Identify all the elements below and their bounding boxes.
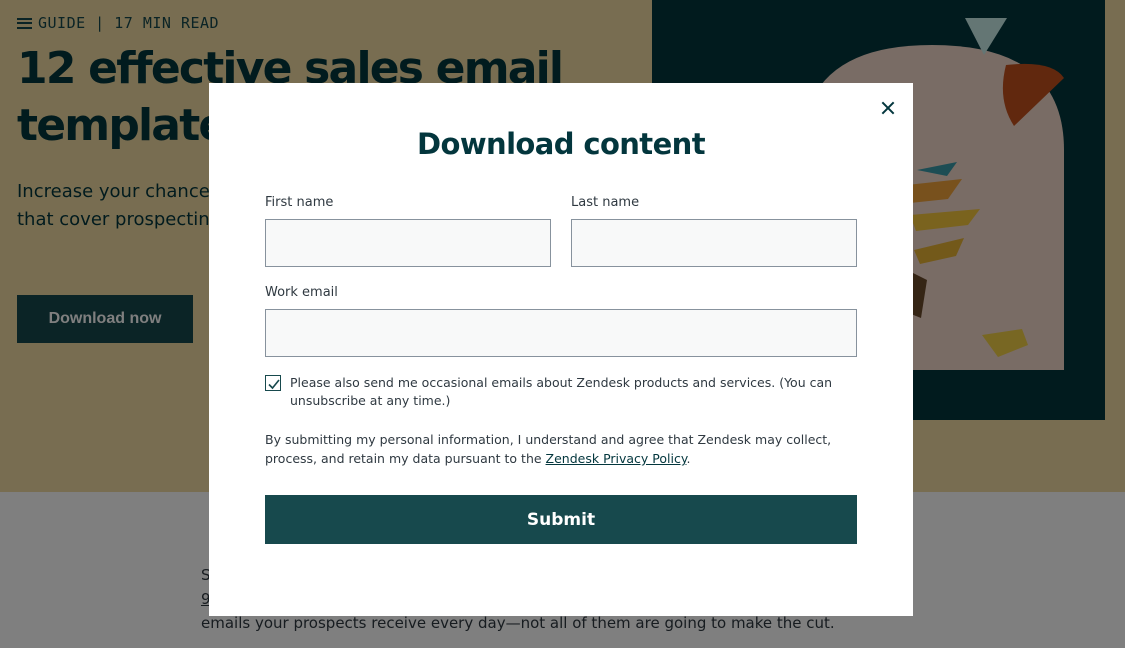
checkmark-icon xyxy=(268,379,280,390)
first-name-label: First name xyxy=(265,195,334,210)
work-email-input[interactable] xyxy=(265,309,857,357)
last-name-input[interactable] xyxy=(571,219,857,267)
work-email-label: Work email xyxy=(265,285,338,300)
modal-title: Download content xyxy=(417,127,706,161)
privacy-policy-link[interactable]: Zendesk Privacy Policy xyxy=(546,451,687,466)
download-content-modal: Download content First name Last name Wo… xyxy=(209,83,913,616)
legal-notice-end: . xyxy=(686,451,691,466)
legal-notice: By submitting my personal information, I… xyxy=(265,430,845,468)
close-icon[interactable] xyxy=(877,97,899,119)
first-name-input[interactable] xyxy=(265,219,551,267)
marketing-consent-checkbox[interactable] xyxy=(265,375,281,391)
last-name-label: Last name xyxy=(571,195,640,210)
marketing-consent-text: Please also send me occasional emails ab… xyxy=(290,375,833,408)
submit-button[interactable]: Submit xyxy=(265,495,857,544)
